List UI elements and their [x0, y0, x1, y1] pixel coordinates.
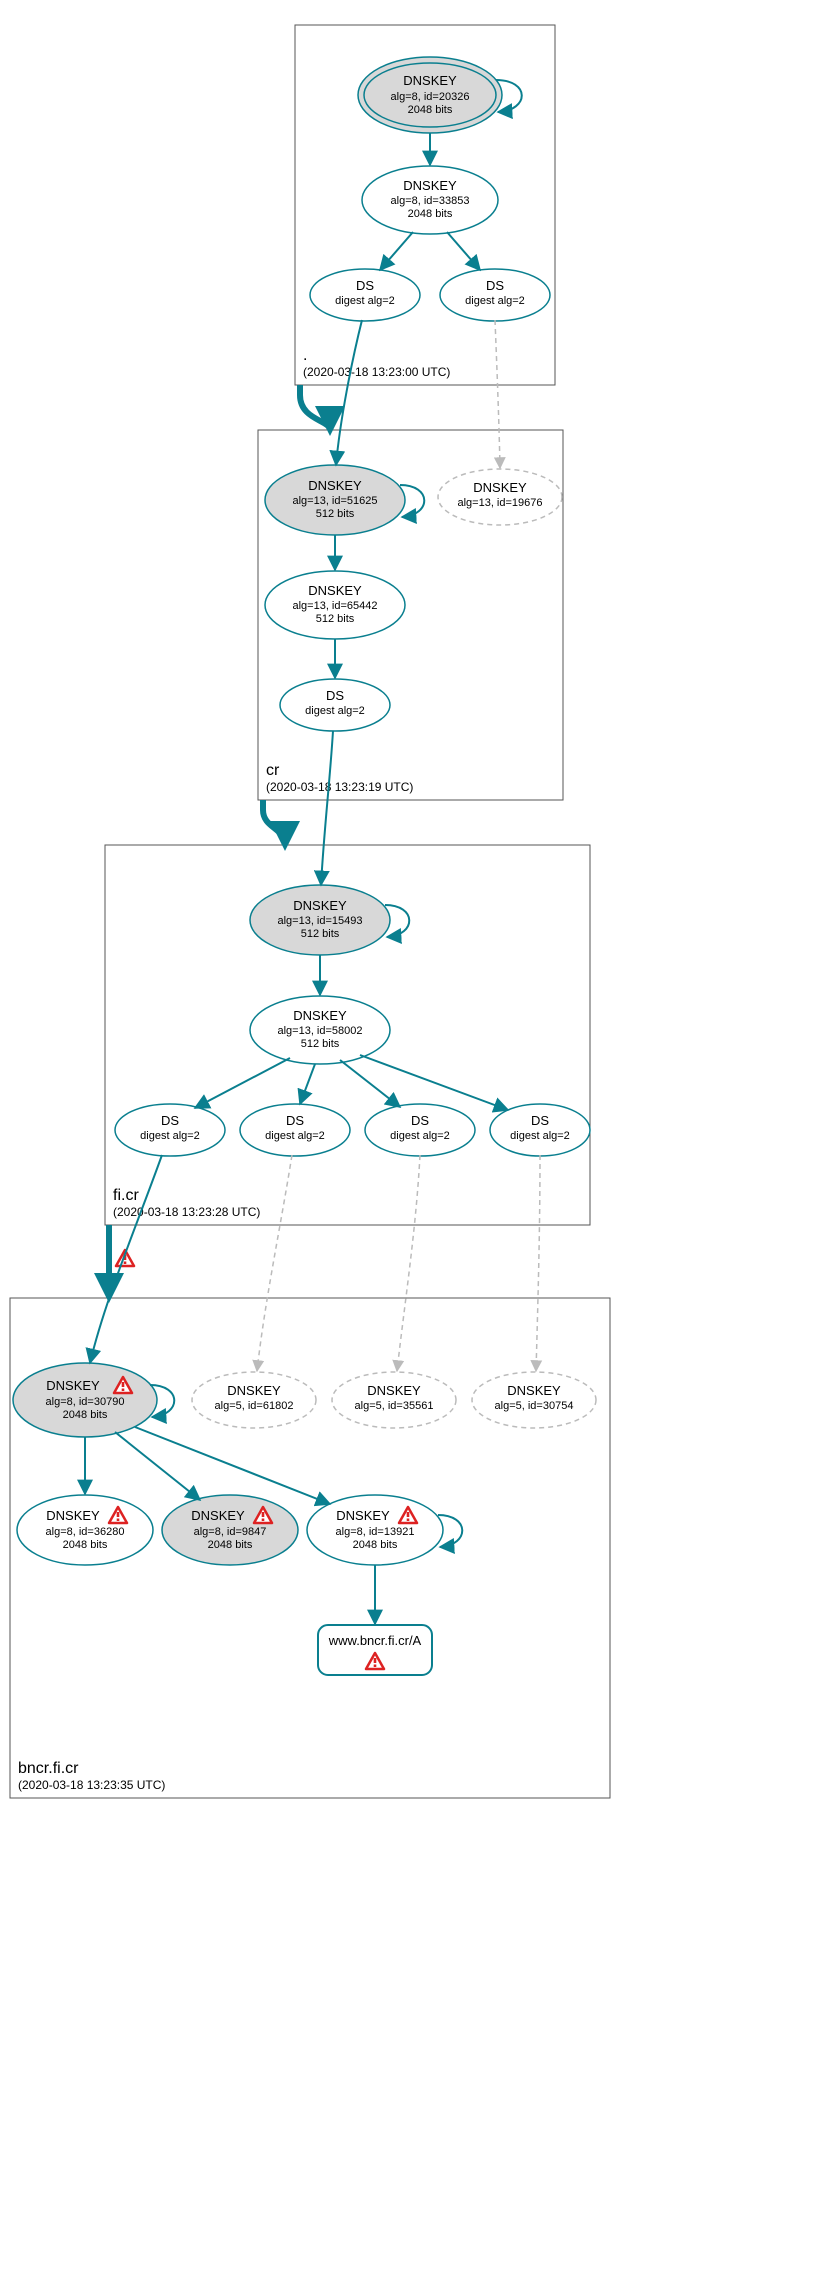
svg-text:digest alg=2: digest alg=2 [510, 1130, 570, 1142]
node-root-ds2[interactable]: DS digest alg=2 [440, 269, 550, 321]
svg-text:DS: DS [286, 1113, 304, 1128]
node-cr-ds[interactable]: DS digest alg=2 [280, 679, 390, 731]
svg-text:DS: DS [486, 278, 504, 293]
e-fz-d1 [195, 1058, 290, 1108]
svg-text:alg=5, id=61802: alg=5, id=61802 [215, 1400, 294, 1412]
svg-text:digest alg=2: digest alg=2 [265, 1130, 325, 1142]
zone-cr-name: cr [266, 762, 280, 779]
svg-text:alg=13, id=58002: alg=13, id=58002 [277, 1025, 362, 1037]
node-bncr-d2[interactable]: DNSKEY alg=5, id=35561 [332, 1372, 456, 1428]
svg-text:2048 bits: 2048 bits [408, 104, 453, 116]
svg-text:2048 bits: 2048 bits [208, 1539, 253, 1551]
svg-text:alg=8, id=30790: alg=8, id=30790 [46, 1396, 125, 1408]
edge-crds-ficrksk [321, 731, 333, 885]
e-fz-d4 [360, 1055, 508, 1110]
svg-text:DNSKEY: DNSKEY [403, 73, 457, 88]
zone-cr-time: (2020-03-18 13:23:19 UTC) [266, 780, 413, 794]
node-bncr-9847[interactable]: DNSKEY alg=8, id=9847 2048 bits [162, 1495, 298, 1565]
zone-ficr-time: (2020-03-18 13:23:28 UTC) [113, 1205, 260, 1219]
node-bncr-d1[interactable]: DNSKEY alg=5, id=61802 [192, 1372, 316, 1428]
svg-text:DS: DS [161, 1113, 179, 1128]
e-fz-d2 [300, 1064, 315, 1104]
svg-text:DNSKEY: DNSKEY [46, 1378, 100, 1393]
svg-text:digest alg=2: digest alg=2 [390, 1130, 450, 1142]
node-ficr-ksk[interactable]: DNSKEY alg=13, id=15493 512 bits [250, 885, 409, 955]
svg-text:DS: DS [326, 688, 344, 703]
svg-text:alg=8, id=36280: alg=8, id=36280 [46, 1526, 125, 1538]
svg-text:DNSKEY: DNSKEY [473, 480, 527, 495]
node-ficr-ds2[interactable]: DS digest alg=2 [240, 1104, 350, 1156]
node-bncr-d3[interactable]: DNSKEY alg=5, id=30754 [472, 1372, 596, 1428]
node-ficr-ds3[interactable]: DS digest alg=2 [365, 1104, 475, 1156]
svg-text:DNSKEY: DNSKEY [507, 1383, 561, 1398]
svg-text:DNSKEY: DNSKEY [227, 1383, 281, 1398]
svg-text:DNSKEY: DNSKEY [293, 898, 347, 913]
svg-text:DNSKEY: DNSKEY [336, 1508, 390, 1523]
svg-text:2048 bits: 2048 bits [353, 1539, 398, 1551]
edge-rzsk-ds1 [380, 232, 413, 270]
svg-text:2048 bits: 2048 bits [63, 1409, 108, 1421]
svg-text:digest alg=2: digest alg=2 [465, 295, 525, 307]
svg-text:alg=8, id=13921: alg=8, id=13921 [336, 1526, 415, 1538]
e-ksk-13921 [135, 1427, 330, 1504]
e-ksk-9847 [115, 1432, 200, 1500]
svg-text:DNSKEY: DNSKEY [403, 178, 457, 193]
svg-text:DNSKEY: DNSKEY [367, 1383, 421, 1398]
svg-text:alg=8, id=33853: alg=8, id=33853 [391, 195, 470, 207]
svg-text:alg=13, id=65442: alg=13, id=65442 [292, 600, 377, 612]
svg-text:alg=5, id=30754: alg=5, id=30754 [495, 1400, 574, 1412]
node-ficr-ds1[interactable]: DS digest alg=2 [115, 1104, 225, 1156]
zone-bncr-name: bncr.fi.cr [18, 1760, 79, 1777]
svg-text:digest alg=2: digest alg=2 [140, 1130, 200, 1142]
svg-text:512 bits: 512 bits [301, 1038, 340, 1050]
zone-root-name: . [303, 347, 307, 364]
svg-text:512 bits: 512 bits [316, 508, 355, 520]
e-ds3-d2 [397, 1155, 420, 1371]
svg-text:digest alg=2: digest alg=2 [335, 295, 395, 307]
node-root-ds1[interactable]: DS digest alg=2 [310, 269, 420, 321]
node-ficr-zsk[interactable]: DNSKEY alg=13, id=58002 512 bits [250, 996, 390, 1064]
svg-text:512 bits: 512 bits [301, 928, 340, 940]
node-bncr-36280[interactable]: DNSKEY alg=8, id=36280 2048 bits [17, 1495, 153, 1565]
svg-text:DNSKEY: DNSKEY [191, 1508, 245, 1523]
svg-text:512 bits: 512 bits [316, 613, 355, 625]
svg-text:DS: DS [411, 1113, 429, 1128]
svg-text:alg=8, id=9847: alg=8, id=9847 [194, 1526, 267, 1538]
node-cr-zsk[interactable]: DNSKEY alg=13, id=65442 512 bits [265, 571, 405, 639]
svg-text:2048 bits: 2048 bits [63, 1539, 108, 1551]
zone-bncr-time: (2020-03-18 13:23:35 UTC) [18, 1778, 165, 1792]
zone-arrow-root-cr [300, 385, 330, 430]
node-bncr-rr[interactable]: www.bncr.fi.cr/A [318, 1625, 432, 1675]
node-cr-other[interactable]: DNSKEY alg=13, id=19676 [438, 469, 562, 525]
e-ds2-d1 [257, 1155, 292, 1371]
node-root-zsk[interactable]: DNSKEY alg=8, id=33853 2048 bits [362, 166, 498, 234]
node-bncr-13921[interactable]: DNSKEY alg=8, id=13921 2048 bits [307, 1495, 462, 1565]
svg-text:2048 bits: 2048 bits [408, 208, 453, 220]
svg-text:DS: DS [531, 1113, 549, 1128]
edge-rzsk-ds2 [447, 232, 480, 270]
edge-ds2-crother [495, 320, 500, 468]
svg-text:alg=8, id=20326: alg=8, id=20326 [391, 91, 470, 103]
svg-text:DNSKEY: DNSKEY [293, 1008, 347, 1023]
zone-arrow-cr-ficr [263, 800, 285, 845]
svg-text:DNSKEY: DNSKEY [308, 583, 362, 598]
svg-text:DNSKEY: DNSKEY [308, 478, 362, 493]
svg-text:alg=13, id=19676: alg=13, id=19676 [457, 497, 542, 509]
node-ficr-ds4[interactable]: DS digest alg=2 [490, 1104, 590, 1156]
edge-ds1-crksk [336, 320, 362, 465]
zone-ficr-name: fi.cr [113, 1187, 139, 1204]
svg-text:digest alg=2: digest alg=2 [305, 705, 365, 717]
svg-text:DS: DS [356, 278, 374, 293]
svg-text:alg=13, id=15493: alg=13, id=15493 [277, 915, 362, 927]
node-bncr-ksk[interactable]: DNSKEY alg=8, id=30790 2048 bits [13, 1363, 174, 1437]
zone-root-time: (2020-03-18 13:23:00 UTC) [303, 365, 450, 379]
svg-text:alg=13, id=51625: alg=13, id=51625 [292, 495, 377, 507]
node-cr-ksk[interactable]: DNSKEY alg=13, id=51625 512 bits [265, 465, 424, 535]
svg-text:DNSKEY: DNSKEY [46, 1508, 100, 1523]
svg-text:www.bncr.fi.cr/A: www.bncr.fi.cr/A [328, 1633, 422, 1648]
svg-text:alg=5, id=35561: alg=5, id=35561 [355, 1400, 434, 1412]
e-ds4-d3 [536, 1155, 540, 1371]
node-root-ksk[interactable]: DNSKEY alg=8, id=20326 2048 bits [358, 57, 522, 133]
